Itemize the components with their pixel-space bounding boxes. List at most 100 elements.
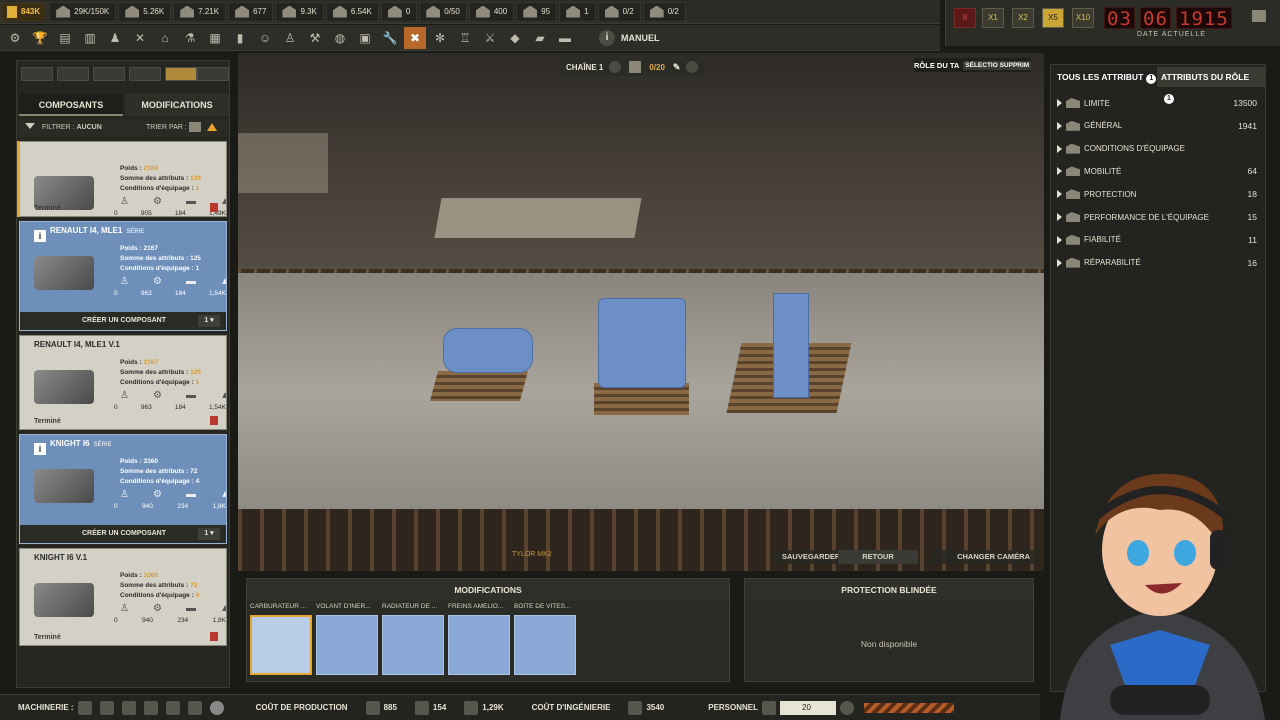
carburetor-icon[interactable] (250, 615, 312, 675)
chain-selector[interactable]: CHAÎNE 1 0/20 ✎ (560, 58, 705, 76)
modification-item[interactable]: VOLANT D'INER... (316, 603, 378, 679)
machine-slot-icon[interactable] (99, 700, 114, 715)
speed-x10-button[interactable]: X10 (1072, 8, 1094, 28)
component-card[interactable]: i KNIGHT I6 SÉRIE Poids : 3360 Somme des att… (19, 434, 227, 544)
expand-icon[interactable] (1057, 258, 1062, 267)
engineering-tools-icon[interactable]: ✖ (404, 26, 426, 49)
people-icon[interactable]: ☺ (254, 27, 276, 49)
attribute-row[interactable]: PERFORMANCE DE L'ÉQUIPAGE 15 (1057, 209, 1257, 225)
component-card[interactable]: RENAULT I4, MLE1 V.1 Poids : 2167 Somme de… (19, 335, 227, 430)
resource-item[interactable]: 0/50 (419, 1, 467, 22)
attribute-row[interactable]: GÉNÉRAL 1941 (1057, 118, 1257, 134)
armor-icon[interactable]: ◆ (504, 27, 526, 49)
tab-components[interactable]: COMPOSANTS (19, 94, 123, 116)
document-icon[interactable]: ▤ (54, 27, 76, 49)
inbox-icon[interactable]: ▣ (354, 27, 376, 49)
resource-item[interactable]: 6.54K (325, 1, 379, 22)
expand-icon[interactable] (1057, 144, 1062, 153)
speed-x1-button[interactable]: X1 (982, 8, 1004, 28)
expand-icon[interactable] (1057, 213, 1062, 221)
attribute-row[interactable]: RÉPARABILITÉ 16 (1057, 255, 1257, 271)
resource-item[interactable]: 95 (516, 1, 558, 22)
tab-role-attributes[interactable]: ATTRIBUTS DU RÔLE1 (1157, 67, 1265, 104)
gearbox-icon[interactable] (514, 615, 576, 675)
modification-item[interactable]: RADIATEUR DE ... (382, 603, 444, 679)
speed-x2-button[interactable]: X2 (1012, 8, 1034, 28)
resource-item[interactable]: 677 (228, 1, 274, 22)
create-component-button[interactable]: CRÉER UN COMPOSANT 1 ▾ (20, 525, 226, 543)
attribute-row[interactable]: PROTECTION 18 (1057, 186, 1257, 202)
chain-plus-icon[interactable] (686, 61, 699, 73)
component-card[interactable]: Poids : 2184 Somme des attributs : 139 Con… (19, 141, 227, 217)
sort-direction-icon[interactable] (207, 123, 217, 131)
stats-icon[interactable]: ▮ (229, 27, 251, 49)
modification-item[interactable]: BOÎTE DE VITES... (514, 603, 576, 679)
back-button[interactable]: RETOUR (838, 550, 918, 564)
resource-item[interactable]: 9.3K (275, 1, 324, 22)
resource-item[interactable]: 5.26K (118, 1, 172, 22)
sort-label[interactable]: TRIER PAR : (146, 124, 187, 131)
trash-icon[interactable] (210, 632, 218, 641)
radiator-component[interactable] (773, 293, 809, 398)
expand-icon[interactable] (1057, 167, 1062, 176)
gear-cluster-icon[interactable]: ✻ (429, 27, 451, 49)
attribute-row[interactable]: LIMITE 13500 (1057, 95, 1257, 111)
sort-icon[interactable] (189, 122, 201, 132)
attribute-row[interactable]: FIABILITÉ 11 (1057, 232, 1257, 248)
resource-item[interactable]: 400 (468, 1, 515, 22)
research-icon[interactable]: ⚗ (179, 27, 201, 49)
flywheel-icon[interactable] (316, 615, 378, 675)
machine-slot-icon[interactable] (77, 700, 92, 715)
expand-icon[interactable] (1057, 99, 1062, 107)
speed-x5-button[interactable]: X5 (1042, 8, 1064, 28)
resource-item[interactable]: 0/2 (642, 1, 686, 22)
quantity-dropdown[interactable]: 1 ▾ (198, 528, 220, 540)
category-gun-icon[interactable] (129, 67, 161, 81)
personnel-minus-icon[interactable] (840, 700, 855, 715)
resource-item[interactable]: 1 (559, 1, 596, 22)
resource-item[interactable]: 843K (0, 1, 48, 22)
tab-all-attributes[interactable]: TOUS LES ATTRIBUT 1 (1053, 67, 1160, 87)
category-turret-icon[interactable] (93, 67, 125, 81)
factory-icon[interactable]: ⚒ (304, 27, 326, 49)
component-card[interactable]: KNIGHT I6 V.1 Poids : 3360 Somme des attri… (19, 548, 227, 646)
component-card[interactable]: i RENAULT I4, MLE1 SÉRIE Poids : 2167 Somme … (19, 221, 227, 331)
personnel-slider[interactable] (864, 702, 955, 713)
category-tank-icon[interactable] (21, 67, 53, 81)
category-engine-icon[interactable] (165, 67, 197, 81)
resource-item[interactable]: 0/2 (597, 1, 641, 22)
category-tracks-icon[interactable] (197, 67, 229, 81)
resource-item[interactable]: 7.21K (173, 1, 227, 22)
blueprint-icon[interactable]: ▦ (204, 27, 226, 49)
tab-modifications[interactable]: MODIFICATIONS (125, 94, 229, 116)
change-camera-button[interactable]: CHANGER CAMÉRA (930, 550, 1038, 564)
pause-button[interactable]: II (954, 8, 976, 28)
radiator-icon[interactable] (382, 615, 444, 675)
role-select-remove[interactable]: SÉLECTIO SUPPRIM (963, 60, 1032, 70)
expand-icon[interactable] (1057, 121, 1062, 130)
horn-icon[interactable] (1252, 10, 1266, 22)
worker-icon[interactable]: ♟ (104, 27, 126, 49)
chain-minus-icon[interactable] (609, 61, 622, 73)
building-icon[interactable]: ⌂ (154, 27, 176, 49)
filter-toggle-icon[interactable] (25, 123, 35, 129)
engine-block-component[interactable] (598, 298, 686, 388)
machine-slot-icon[interactable] (143, 700, 158, 715)
brake-icon[interactable] (448, 615, 510, 675)
truck-icon[interactable]: ▬ (554, 27, 576, 49)
personnel-input[interactable] (780, 700, 837, 715)
clipboard-icon[interactable]: ▥ (79, 27, 101, 49)
category-hull-icon[interactable] (57, 67, 89, 81)
globe-icon[interactable]: ◍ (329, 27, 351, 49)
info-icon[interactable]: i (34, 443, 46, 455)
machine-slot-icon[interactable] (121, 700, 136, 715)
trophy-icon[interactable]: 🏆 (29, 27, 51, 49)
create-component-button[interactable]: CRÉER UN COMPOSANT 1 ▾ (20, 312, 226, 330)
info-icon[interactable]: i (34, 230, 46, 242)
crossed-tools-icon[interactable]: ✕ (129, 27, 151, 49)
hammer-icon[interactable]: ⚔ (479, 27, 501, 49)
wrench-icon[interactable]: 🔧 (379, 27, 401, 49)
carburetor-component[interactable] (443, 328, 533, 373)
edit-icon[interactable]: ✎ (673, 62, 681, 73)
machine-slot-icon[interactable] (187, 700, 202, 715)
